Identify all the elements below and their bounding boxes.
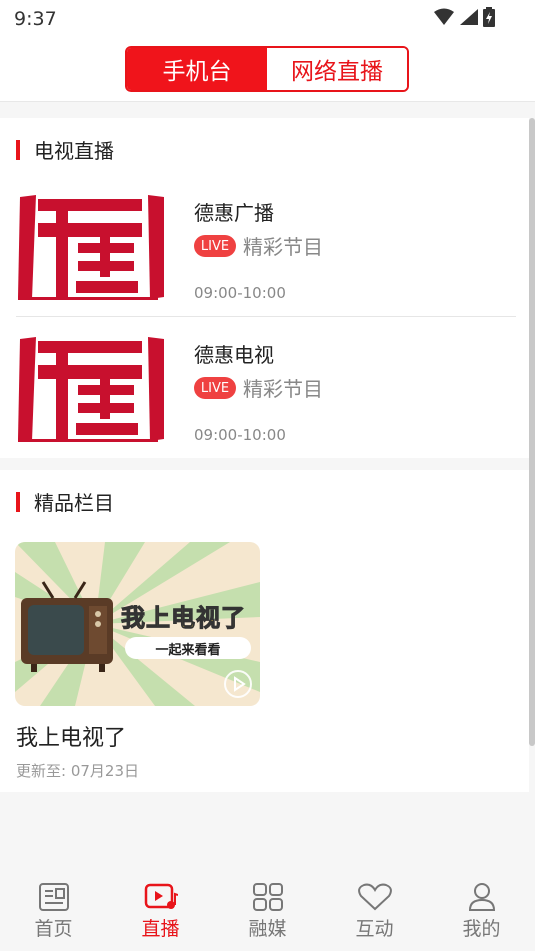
tab-media[interactable]: 融媒 [214,872,321,951]
section-header: 精品栏目 [16,487,114,516]
tab-live[interactable]: 直播 [107,872,214,951]
live-badge: LIVE [194,377,236,399]
battery-charging-icon [483,7,495,27]
channel-program: 精彩节目 [243,235,323,259]
thumbnail-title: 我上电视了 [121,604,246,633]
status-icons [433,7,495,27]
play-icon[interactable] [223,669,253,699]
de-seal-logo [18,337,164,442]
tab-web-live[interactable]: 网络直播 [267,48,407,90]
tab-mine[interactable]: 我的 [428,872,535,951]
section-header: 电视直播 [16,135,114,164]
live-badge: LIVE [194,235,236,257]
bottom-tab-bar: 首页 直播 融媒 互动 我的 [0,872,535,951]
tab-label: 融媒 [248,918,287,940]
section-title: 电视直播 [34,139,114,163]
status-time: 9:37 [14,8,57,30]
status-bar: 9:37 [0,0,535,38]
channel-time: 09:00-10:00 [194,284,286,302]
channel-item[interactable]: 德惠广播 LIVE 精彩节目 09:00-10:00 [0,183,529,325]
thumbnail-subtitle-pill: 一起来看看 [125,637,251,659]
heart-icon [357,883,392,911]
program-title[interactable]: 我上电视了 [16,720,126,752]
channel-type-switch: 手机台 网络直播 [125,46,409,92]
section-title: 精品栏目 [34,491,114,515]
live-video-icon [144,883,178,909]
tab-interact[interactable]: 互动 [321,872,428,951]
channel-time: 09:00-10:00 [194,426,286,444]
wifi-icon [434,8,454,25]
channel-item[interactable]: 德惠电视 LIVE 精彩节目 09:00-10:00 [0,325,529,467]
tab-label: 互动 [355,918,394,940]
premium-section: 精品栏目 我上电视了 一起来看看 我上电视了 更新至: 07月23日 [0,470,529,792]
channel-program: 精彩节目 [243,377,323,401]
user-icon [468,883,495,911]
de-seal-logo [18,195,164,300]
tab-label: 我的 [462,918,501,940]
top-header: 手机台 网络直播 [0,38,535,102]
scrollbar[interactable] [529,118,535,746]
tv-live-section: 电视直播 德惠广播 LIVE 精彩节目 09:00-10:00 德惠电视 LIV… [0,118,529,458]
program-update-date: 更新至: 07月23日 [16,762,139,780]
cellular-signal-icon [460,9,478,25]
channel-name: 德惠电视 [194,343,274,367]
divider [16,316,516,317]
program-thumbnail[interactable]: 我上电视了 一起来看看 [15,542,260,706]
channel-name: 德惠广播 [194,201,274,225]
tab-label: 首页 [34,918,73,940]
tab-home[interactable]: 首页 [0,872,107,951]
thumbnail-subtitle: 一起来看看 [155,642,221,658]
section-accent-bar [16,491,20,512]
tab-mobile-station[interactable]: 手机台 [127,48,267,90]
section-accent-bar [16,139,20,160]
grid-icon [252,883,283,911]
tab-label: 直播 [141,918,180,940]
news-icon [38,883,69,911]
